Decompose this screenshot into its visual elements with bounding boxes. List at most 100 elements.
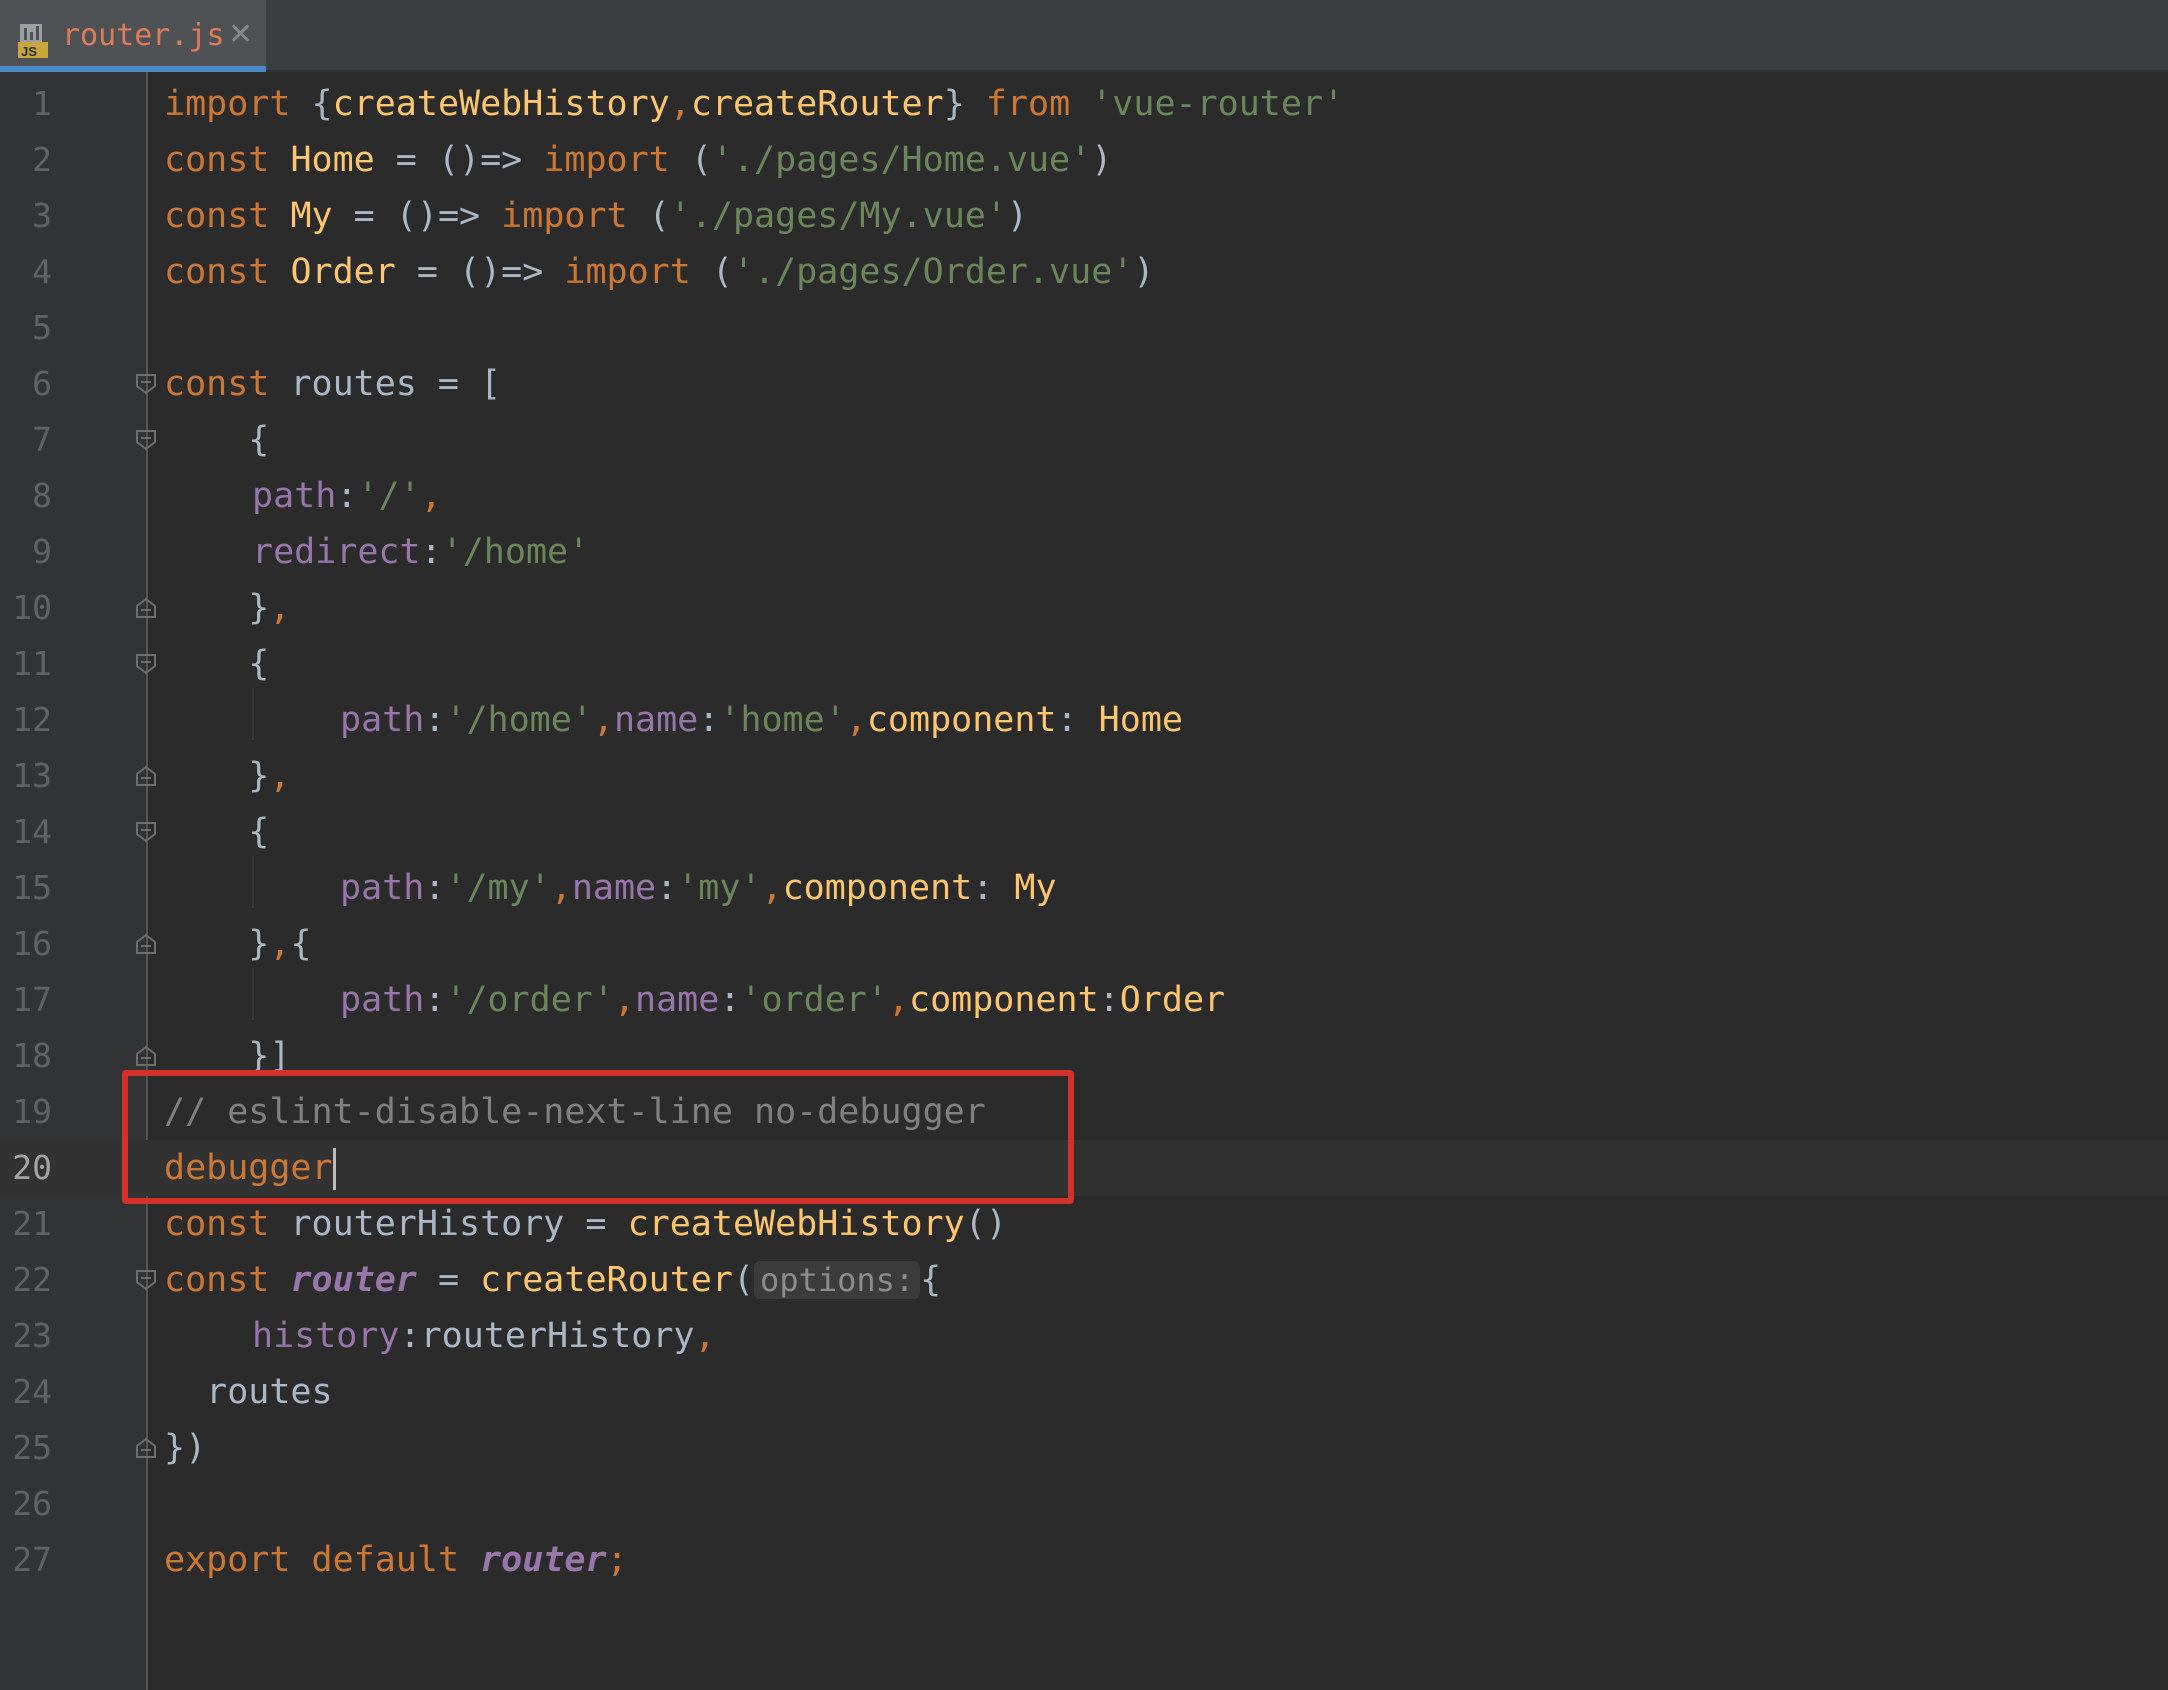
token-text: ( — [627, 196, 670, 236]
code-line-24[interactable]: 24 routes — [0, 1364, 2168, 1420]
token-text: { — [164, 644, 270, 684]
code-line-16[interactable]: 16 },{ — [0, 916, 2168, 972]
fold-marker-icon[interactable] — [134, 764, 158, 788]
token-keyword: import — [543, 140, 670, 180]
line-number: 23 — [12, 1316, 52, 1355]
code-line-27[interactable]: 27 export default router; — [0, 1532, 2168, 1588]
code-text: { — [164, 636, 269, 692]
editor-tab-bar: JS router.js ✕ — [0, 0, 2168, 72]
fold-marker-icon[interactable] — [134, 1436, 158, 1460]
code-text: }) — [164, 1420, 206, 1476]
token-string: 'my' — [677, 868, 762, 908]
token-property: path — [340, 700, 425, 740]
token-punct: , — [887, 980, 909, 1020]
token-text: : — [972, 868, 1015, 908]
code-line-21[interactable]: 21 const routerHistory = createWebHistor… — [0, 1196, 2168, 1252]
token-text: : — [424, 868, 446, 908]
fold-marker-icon[interactable] — [134, 932, 158, 956]
code-line-12[interactable]: 12 path:'/home',name:'home',component: H… — [0, 692, 2168, 748]
code-text: const routerHistory = createWebHistory() — [164, 1196, 1007, 1252]
token-global-variable: router — [290, 1260, 417, 1300]
token-text: { — [290, 924, 312, 964]
token-punct: , — [550, 868, 572, 908]
token-text: : — [1056, 700, 1099, 740]
code-line-11[interactable]: 11 { — [0, 636, 2168, 692]
code-line-15[interactable]: 15 path:'/my',name:'my',component: My — [0, 860, 2168, 916]
code-line-22[interactable]: 22 const router = createRouter(options:{ — [0, 1252, 2168, 1308]
line-number: 4 — [32, 252, 52, 291]
line-number: 1 — [32, 84, 52, 123]
code-line-9[interactable]: 9 redirect:'/home' — [0, 524, 2168, 580]
code-line-14[interactable]: 14 { — [0, 804, 2168, 860]
code-text: routes — [164, 1364, 332, 1420]
token-punct: , — [761, 868, 783, 908]
token-string: '/home' — [441, 532, 590, 572]
code-text: export default router; — [164, 1532, 628, 1588]
token-keyword: from — [985, 84, 1071, 124]
token-function: createWebHistory — [627, 1204, 965, 1244]
code-line-5[interactable]: 5 — [0, 300, 2168, 356]
code-line-7[interactable]: 7 { — [0, 412, 2168, 468]
code-line-26[interactable]: 26 — [0, 1476, 2168, 1532]
tab-router-js[interactable]: JS router.js ✕ — [0, 0, 266, 72]
token-string: './pages/My.vue' — [669, 196, 1007, 236]
token-function: My — [290, 196, 333, 236]
token-text: : — [698, 700, 720, 740]
code-line-13[interactable]: 13 }, — [0, 748, 2168, 804]
line-number: 6 — [32, 364, 52, 403]
fold-marker-icon[interactable] — [134, 1268, 158, 1292]
fold-marker-icon[interactable] — [134, 428, 158, 452]
token-string: '/' — [357, 476, 421, 516]
tab-filename: router.js — [62, 18, 225, 53]
token-keyword: const — [164, 1260, 270, 1300]
code-text: }, — [164, 580, 290, 636]
code-line-10[interactable]: 10 }, — [0, 580, 2168, 636]
line-number: 25 — [12, 1428, 52, 1467]
code-line-6[interactable]: 6 const routes = [ — [0, 356, 2168, 412]
fold-marker-icon[interactable] — [134, 1044, 158, 1068]
code-text: }, — [164, 748, 290, 804]
code-line-1[interactable]: 1 import {createWebHistory,createRouter}… — [0, 76, 2168, 132]
token-text: ( — [669, 140, 712, 180]
token-property: path — [252, 476, 337, 516]
code-line-4[interactable]: 4 const Order = ()=> import ('./pages/Or… — [0, 244, 2168, 300]
fold-marker-icon[interactable] — [134, 372, 158, 396]
token-punct: , — [420, 476, 442, 516]
token-string: 'order' — [740, 980, 888, 1020]
token-text: } — [164, 924, 270, 964]
code-line-8[interactable]: 8 path:'/', — [0, 468, 2168, 524]
js-file-icon: JS — [18, 24, 48, 59]
code-line-17[interactable]: 17 path:'/order',name:'order',component:… — [0, 972, 2168, 1028]
token-text: routes = [ — [269, 364, 502, 404]
code-line-2[interactable]: 2 const Home = ()=> import ('./pages/Hom… — [0, 132, 2168, 188]
parameter-inlay-hint: options: — [754, 1261, 921, 1299]
code-line-3[interactable]: 3 const My = ()=> import ('./pages/My.vu… — [0, 188, 2168, 244]
line-number: 12 — [12, 700, 52, 739]
code-text: const Home = ()=> import ('./pages/Home.… — [164, 132, 1112, 188]
token-text: : — [424, 980, 446, 1020]
token-function: Order — [290, 252, 396, 292]
token-punct: , — [269, 588, 291, 628]
token-text: }) — [164, 1428, 207, 1468]
line-number: 19 — [12, 1092, 52, 1131]
close-icon[interactable]: ✕ — [228, 18, 253, 52]
fold-marker-icon[interactable] — [134, 820, 158, 844]
fold-marker-icon[interactable] — [134, 652, 158, 676]
code-line-25[interactable]: 25 }) — [0, 1420, 2168, 1476]
line-number: 27 — [12, 1540, 52, 1579]
code-text: path:'/home',name:'home',component: Home — [340, 692, 1183, 748]
token-function: My — [1014, 868, 1057, 908]
code-line-23[interactable]: 23 history:routerHistory, — [0, 1308, 2168, 1364]
token-property: name — [635, 980, 720, 1020]
fold-marker-icon[interactable] — [134, 596, 158, 620]
line-number: 11 — [12, 644, 52, 683]
token-function: component — [909, 980, 1099, 1020]
token-function: Home — [290, 140, 375, 180]
line-number: 13 — [12, 756, 52, 795]
line-number: 14 — [12, 812, 52, 851]
code-text: redirect:'/home' — [252, 524, 589, 580]
line-number: 2 — [32, 140, 52, 179]
